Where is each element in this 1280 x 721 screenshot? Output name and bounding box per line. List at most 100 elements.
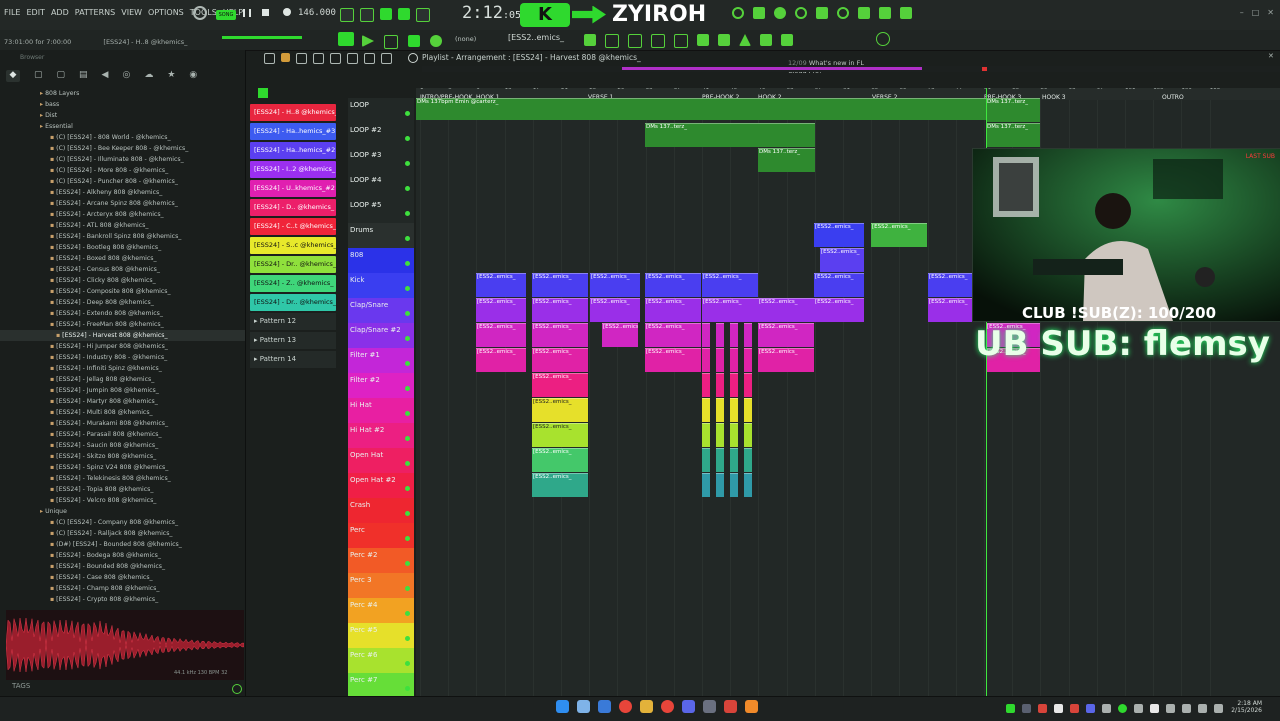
browser-item[interactable]: ▪ [ESS24] - Census 808 @khemics_: [0, 264, 245, 275]
zoom-tool-icon[interactable]: [364, 53, 375, 64]
playlist-clip[interactable]: [ESS2..emics_: [702, 298, 758, 322]
browser-folder[interactable]: ▸ 808 Layers: [0, 88, 245, 99]
track-mute-icon[interactable]: [405, 461, 410, 466]
playlist-clip[interactable]: [702, 423, 710, 447]
browser-item[interactable]: ▪ (C) [ESS24] - Illuminate 808 - @khemic…: [0, 154, 245, 165]
playlist-clip[interactable]: [ESS2..emics_: [702, 273, 758, 297]
browser-item[interactable]: ▪ [ESS24] - Champ 808 @khemics_: [0, 583, 245, 594]
browser-item[interactable]: ▪ [ESS24] - Arcteryx 808 @khemics_: [0, 209, 245, 220]
browser-plugin-icon[interactable]: ▤: [79, 70, 88, 86]
playlist-clip[interactable]: [744, 373, 752, 397]
playlist-clip[interactable]: [ESS2..emics_: [602, 323, 638, 347]
browser-item[interactable]: ▪ [ESS24] - Extendo 808 @khemics_: [0, 308, 245, 319]
select-tool-icon[interactable]: [347, 53, 358, 64]
time-display[interactable]: 2:12:05: [462, 3, 521, 23]
download-icon[interactable]: [900, 7, 912, 19]
tray-app7-icon[interactable]: [1102, 704, 1111, 713]
track-header[interactable]: Perc 3: [348, 573, 414, 598]
channel-button[interactable]: [ESS24] - Ha..hemics_#2: [250, 142, 336, 159]
folder-icon[interactable]: [640, 700, 653, 713]
browser-item[interactable]: ▪ (C) [ESS24] - More 808 - @khemics_: [0, 165, 245, 176]
playlist-clip[interactable]: [ESS2..emics_: [758, 323, 814, 347]
browser-item[interactable]: ▪ [ESS24] - Telekinesis 808 @khemics_: [0, 473, 245, 484]
playlist-clip[interactable]: [730, 423, 738, 447]
browser-item[interactable]: ▪ [ESS24] - Harvest 808 @khemics_: [0, 330, 245, 341]
browser-item[interactable]: ▪ [ESS24] - Bodega 808 @khemics_: [0, 550, 245, 561]
menu-add[interactable]: ADD: [51, 8, 69, 17]
piano-roll-icon[interactable]: [584, 34, 596, 46]
playlist-clip[interactable]: [702, 473, 710, 497]
volume-icon[interactable]: [1198, 704, 1207, 713]
channel-button[interactable]: [ESS24] - H..8 @khemics_: [250, 104, 336, 121]
sliders-icon[interactable]: [651, 34, 665, 48]
tempo-display[interactable]: 146.000: [298, 8, 336, 18]
playlist-clip[interactable]: [ESS2..emics_: [476, 298, 526, 322]
playlist-clip[interactable]: [ESS2..emics_: [645, 348, 701, 372]
track-mute-icon[interactable]: [405, 661, 410, 666]
browser-item[interactable]: ▪ [ESS24] - Deep 808 @khemics_: [0, 297, 245, 308]
pattern-selector[interactable]: (none): [455, 35, 476, 43]
pattern-row[interactable]: ▸ Pattern 13: [250, 332, 336, 349]
browser-cloud-icon[interactable]: ☁: [144, 70, 153, 86]
tray-app8-icon[interactable]: [1118, 704, 1127, 713]
track-header[interactable]: Crash: [348, 498, 414, 523]
export-icon[interactable]: [879, 7, 891, 19]
track-header[interactable]: LOOP #3: [348, 148, 414, 173]
playlist-clip[interactable]: [ESS2..emics_: [476, 323, 526, 347]
battery-icon[interactable]: [1214, 704, 1223, 713]
eq-icon[interactable]: [674, 34, 688, 48]
playlist-clip[interactable]: [ESS2..emics_: [645, 323, 701, 347]
wand-icon[interactable]: [781, 34, 793, 46]
channel-button[interactable]: [ESS24] - Dr.. @khemics_: [250, 256, 336, 273]
countdown-icon[interactable]: [380, 8, 392, 20]
tray-app11-icon[interactable]: [1166, 704, 1175, 713]
pause-icon[interactable]: [243, 9, 251, 17]
track-header[interactable]: LOOP #5: [348, 198, 414, 223]
playlist-clip[interactable]: [716, 473, 724, 497]
track-mute-icon[interactable]: [405, 536, 410, 541]
track-mute-icon[interactable]: [405, 636, 410, 641]
track-mute-icon[interactable]: [405, 136, 410, 141]
playlist-clip[interactable]: [ESS2..emics_: [532, 398, 588, 422]
track-mute-icon[interactable]: [405, 386, 410, 391]
browser-current-project-icon[interactable]: ▢: [34, 70, 43, 86]
playlist-clip[interactable]: [ESS2..emics_: [532, 448, 588, 472]
menu-file[interactable]: FILE: [4, 8, 20, 17]
wait-icon[interactable]: [360, 8, 374, 22]
browser-item[interactable]: ▪ [ESS24] - Jumpin 808 @khemics_: [0, 385, 245, 396]
browser-item[interactable]: ▪ [ESS24] - Composite 808 @khemics_: [0, 286, 245, 297]
browser-item[interactable]: ▪ [ESS24] - Bounded 808 @khemics_: [0, 561, 245, 572]
browser-item[interactable]: ▪ (C) [ESS24] - Company 808 @khemics_: [0, 517, 245, 528]
playlist-clip[interactable]: [744, 398, 752, 422]
track-mute-icon[interactable]: [405, 586, 410, 591]
track-mute-icon[interactable]: [405, 111, 410, 116]
playlist-clip[interactable]: DMs 137..terz_: [986, 123, 1040, 147]
playlist-clip[interactable]: [ESS2..emics_: [532, 373, 588, 397]
track-mute-icon[interactable]: [405, 411, 410, 416]
widgets-icon[interactable]: [598, 700, 611, 713]
playlist-clip[interactable]: [716, 423, 724, 447]
playlist-clip[interactable]: [730, 448, 738, 472]
playback-tool-icon[interactable]: [381, 53, 392, 64]
browser-star-icon[interactable]: ★: [167, 70, 175, 86]
track-header[interactable]: Perc #2: [348, 548, 414, 573]
channel-button[interactable]: [ESS24] - Ha..hemics_#3: [250, 123, 336, 140]
mic-icon[interactable]: [774, 7, 786, 19]
tray-app10-icon[interactable]: [1150, 704, 1159, 713]
tray-app3-icon[interactable]: [1038, 704, 1047, 713]
snap-icon[interactable]: [384, 35, 398, 49]
channel-button[interactable]: [ESS24] - D.. @khemics_: [250, 199, 336, 216]
arrangement-marker[interactable]: OUTRO: [1162, 94, 1184, 101]
mute-tool-icon[interactable]: [313, 53, 324, 64]
chat-icon[interactable]: [837, 7, 849, 19]
plugin-db-icon[interactable]: [718, 34, 730, 46]
playlist-clip[interactable]: [702, 323, 710, 347]
track-mute-icon[interactable]: [405, 561, 410, 566]
maximize-icon[interactable]: □: [1252, 8, 1260, 17]
menu-view[interactable]: VIEW: [121, 8, 142, 17]
browser-item[interactable]: ▪ [ESS24] - Crypto 808 @khemics_: [0, 594, 245, 605]
playlist-clip[interactable]: [702, 448, 710, 472]
playlist-clip[interactable]: [744, 323, 752, 347]
playlist-clip[interactable]: [ESS2..emics_: [814, 223, 864, 247]
playlist-clip[interactable]: [702, 373, 710, 397]
